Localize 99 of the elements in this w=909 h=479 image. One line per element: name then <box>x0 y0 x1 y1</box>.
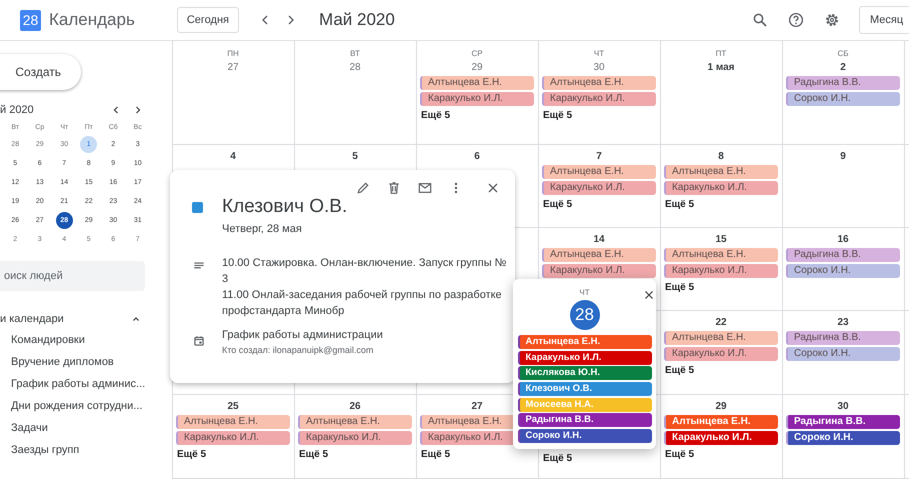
day-number[interactable]: 25 <box>173 401 293 413</box>
event-chip[interactable]: Сороко И.Н. <box>786 347 900 361</box>
event-chip[interactable]: Сороко И.Н. <box>786 92 900 106</box>
event-chip[interactable]: Алтынцева Е.Н. <box>664 165 778 179</box>
event-chip[interactable]: Радыгина В.В. <box>786 415 900 429</box>
weekday-label: ЧТ <box>592 49 606 59</box>
month-title: й 2020 <box>0 104 35 116</box>
weekday-label: ВТ <box>349 49 361 59</box>
event-chip[interactable]: Клезович О.В. <box>518 382 652 396</box>
day-number[interactable]: 2 <box>783 62 903 74</box>
more-events-link[interactable]: Ещё 5 <box>299 449 415 461</box>
weekday-label: ЧТ <box>579 288 590 298</box>
help-icon[interactable] <box>787 11 805 29</box>
event-chip[interactable]: Алтынцева Е.Н. <box>542 165 656 179</box>
mail-icon[interactable] <box>417 180 433 196</box>
event-chip[interactable]: Радыгина В.В. <box>786 248 900 262</box>
event-chip[interactable]: Кислякова Ю.Н. <box>518 366 652 380</box>
event-chip[interactable]: Радыгина В.В. <box>786 76 900 90</box>
day-number[interactable]: 6 <box>417 151 537 163</box>
event-chip[interactable]: Каракулько И.Л. <box>542 264 656 278</box>
settings-icon[interactable] <box>823 11 841 29</box>
day-number[interactable]: 16 <box>783 234 903 246</box>
day-number[interactable]: 28 <box>295 62 415 74</box>
event-chip[interactable]: Алтынцева Е.Н. <box>664 248 778 262</box>
day-number[interactable]: 29 <box>417 62 537 74</box>
more-events-link[interactable]: Ещё 5 <box>665 449 781 461</box>
event-chip[interactable]: Каракулько И.Л. <box>298 431 412 445</box>
calendar-list-item[interactable]: Командировки <box>11 334 170 347</box>
today-button[interactable]: Сегодня <box>176 7 239 33</box>
calendar-logo-icon: 28 <box>20 10 41 30</box>
calendar-list-item[interactable]: Дни рождения сотрудни... <box>11 400 170 413</box>
more-events-link[interactable]: Ещё 5 <box>421 449 537 461</box>
search-icon[interactable] <box>751 11 769 29</box>
day-number[interactable]: 5 <box>295 151 415 163</box>
period-title: Май 2020 <box>318 10 395 30</box>
day-number[interactable]: 22 <box>661 317 781 329</box>
more-events-link[interactable]: Ещё 5 <box>177 449 293 461</box>
more-events-link[interactable]: Ещё 5 <box>665 365 781 377</box>
create-button[interactable]: Создать <box>0 54 81 90</box>
day-number[interactable]: 23 <box>783 317 903 329</box>
weekday-label: ПТ <box>714 49 728 59</box>
event-chip[interactable]: Каракулько И.Л. <box>664 264 778 278</box>
more-events-link[interactable]: Ещё 5 <box>543 110 659 122</box>
more-events-link[interactable]: Ещё 5 <box>543 453 659 465</box>
day-number[interactable]: 30 <box>539 62 659 74</box>
weekday-label: ПН <box>226 49 240 59</box>
event-chip[interactable]: Алтынцева Е.Н. <box>298 415 412 429</box>
event-description: 10.00 Стажировка. Онлан-включение. Запуск группы № 3 <box>222 256 507 287</box>
day-number[interactable]: 27 <box>173 62 293 74</box>
app-title: Календарь <box>49 10 135 30</box>
calendar-list-item[interactable]: Заезды групп <box>11 444 170 457</box>
more-events-link[interactable]: Ещё 5 <box>665 199 781 211</box>
more-events-link[interactable]: Ещё 5 <box>665 282 781 294</box>
event-creator: Кто создал: ilonapanuipk@gmail.com <box>222 344 374 357</box>
more-events-link[interactable]: Ещё 5 <box>543 199 659 211</box>
event-chip[interactable]: Радыгина В.В. <box>518 413 652 428</box>
event-chip[interactable]: Сороко И.Н. <box>786 431 900 445</box>
event-chip[interactable]: Алтынцева Е.Н. <box>176 415 290 429</box>
event-chip[interactable]: Алтынцева Е.Н. <box>664 331 778 345</box>
event-chip[interactable]: Алтынцева Е.Н. <box>542 248 656 262</box>
event-chip[interactable]: Каракулько И.Л. <box>542 92 656 106</box>
event-date: Четверг, 28 мая <box>222 223 303 235</box>
event-chip[interactable]: Алтынцева Е.Н. <box>420 76 534 90</box>
day-number[interactable]: 7 <box>539 151 659 163</box>
day-number[interactable]: 28 <box>570 300 600 330</box>
more-events-link[interactable]: Ещё 5 <box>421 110 537 122</box>
day-number[interactable]: 9 <box>783 151 903 163</box>
calendar-list-item[interactable]: Задачи <box>11 422 170 435</box>
section-title: и календари <box>0 313 65 325</box>
day-number[interactable]: 1 мая <box>661 62 781 74</box>
event-chip[interactable]: Каракулько И.Л. <box>518 350 652 365</box>
calendar-icon <box>192 334 206 348</box>
event-chip[interactable]: Алтынцева Е.Н. <box>542 76 656 90</box>
event-chip[interactable]: Радыгина В.В. <box>786 331 900 345</box>
event-chip[interactable]: Каракулько И.Л. <box>420 92 534 106</box>
edit-icon[interactable] <box>355 180 371 196</box>
event-description: 11.00 Онлай-заседания рабочей группы по разработке профстандарта Минобр <box>222 288 503 319</box>
day-number[interactable]: 14 <box>539 234 659 246</box>
event-chip[interactable]: Сороко И.Н. <box>518 429 652 444</box>
calendar-name: График работы администрации <box>222 328 383 343</box>
event-chip[interactable]: Каракулько И.Л. <box>542 181 656 195</box>
weekday-label: СБ <box>836 49 850 59</box>
day-number[interactable]: 30 <box>783 401 903 413</box>
people-search-field[interactable]: оиск людей <box>0 261 145 291</box>
day-number[interactable]: 15 <box>661 234 781 246</box>
day-number[interactable]: 8 <box>661 151 781 163</box>
calendar-list-item[interactable]: Вручение дипломов <box>11 356 170 369</box>
event-chip[interactable]: Каракулько И.Л. <box>664 431 778 445</box>
weekday-label: СР <box>470 49 484 59</box>
day-number[interactable]: 26 <box>295 401 415 413</box>
event-title: Клезович О.В. <box>222 196 348 218</box>
event-chip[interactable]: Каракулько И.Л. <box>664 181 778 195</box>
event-chip[interactable]: Каракулько И.Л. <box>176 431 290 445</box>
day-number[interactable]: 4 <box>173 151 293 163</box>
calendar-list-item[interactable]: График работы админис... <box>11 378 170 391</box>
day-number[interactable]: 29 <box>661 401 781 413</box>
view-button[interactable]: Месяц <box>859 6 909 34</box>
event-chip[interactable]: Сороко И.Н. <box>786 264 900 278</box>
event-chip[interactable]: Каракулько И.Л. <box>664 347 778 361</box>
